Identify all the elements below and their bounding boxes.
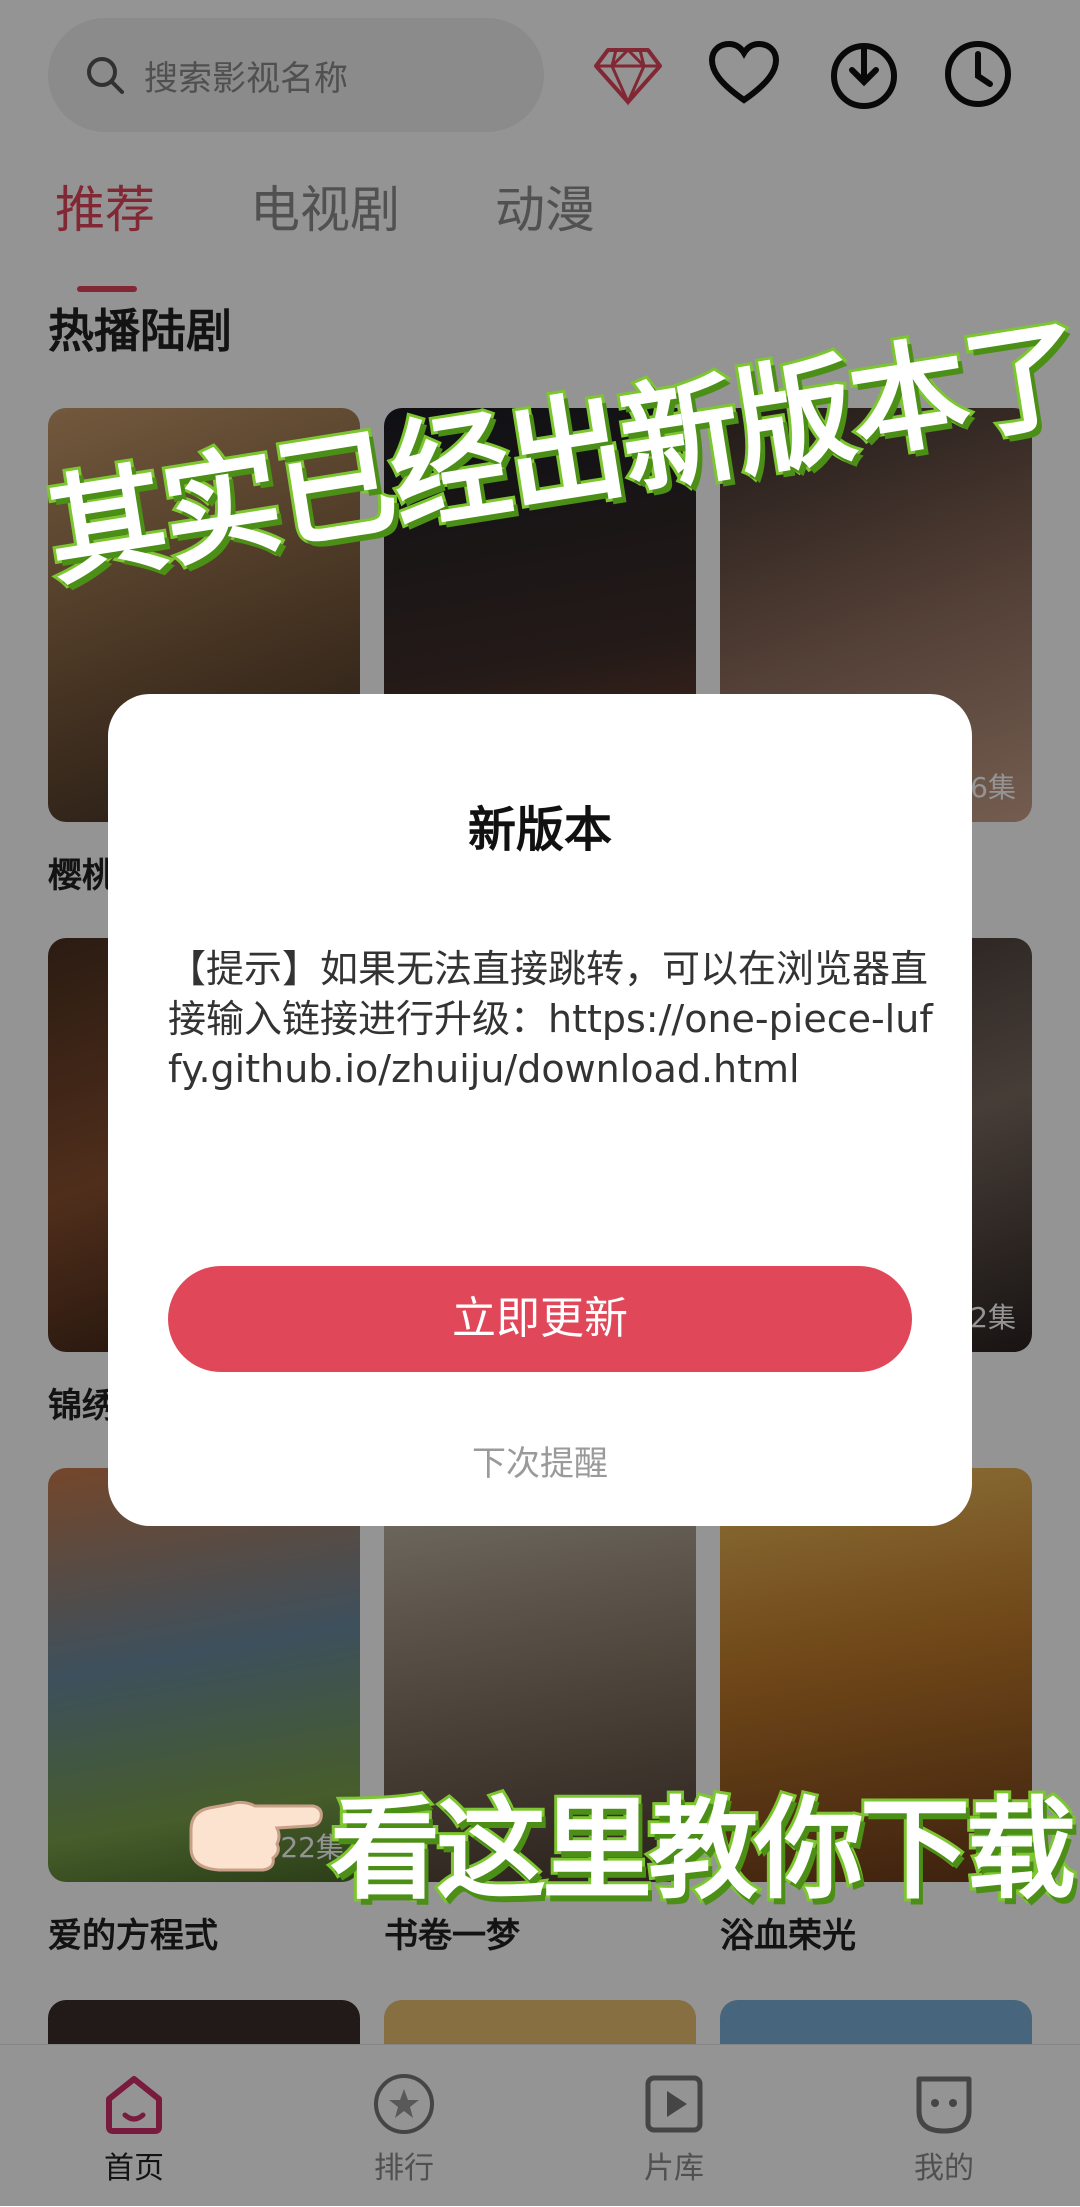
pointing-hand-icon	[189, 1800, 323, 1872]
remind-later-button[interactable]: 下次提醒	[108, 1436, 972, 1485]
dialog-message: 【提示】如果无法直接跳转，可以在浏览器直接输入链接进行升级：https://on…	[168, 947, 933, 1091]
update-now-button[interactable]: 立即更新	[168, 1266, 912, 1372]
caption-bottom: 看这里教你下载	[327, 1783, 1079, 1917]
update-dialog: 新版本 【提示】如果无法直接跳转，可以在浏览器直接输入链接进行升级：https:…	[108, 694, 972, 1526]
dialog-title: 新版本	[467, 802, 612, 858]
